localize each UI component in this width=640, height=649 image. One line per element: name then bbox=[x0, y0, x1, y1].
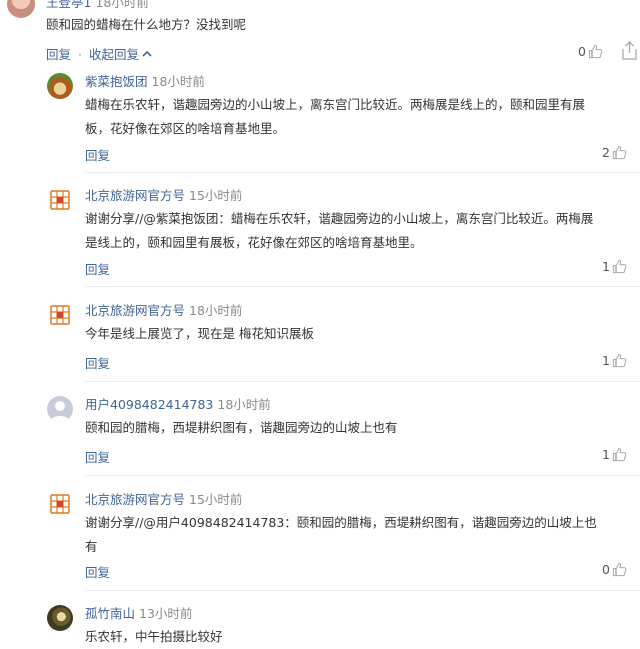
avatar-grid-logo-icon[interactable] bbox=[47, 302, 73, 328]
thumbs-up-icon bbox=[612, 353, 627, 371]
thumbs-up-icon bbox=[612, 145, 627, 163]
thumbs-up-icon bbox=[612, 259, 627, 277]
reply-time: 18小时前 bbox=[189, 303, 243, 318]
reply-time: 15小时前 bbox=[189, 188, 243, 203]
reply-time: 13小时前 bbox=[139, 606, 193, 621]
reply-author[interactable]: 紫菜抱饭团 bbox=[85, 74, 148, 89]
reply-time: 15小时前 bbox=[189, 492, 243, 507]
comment-actions: 回复 · 收起回复 bbox=[46, 44, 152, 63]
avatar-default-user-icon[interactable] bbox=[47, 396, 73, 422]
reply-button[interactable]: 回复 bbox=[85, 259, 110, 278]
reply-header: 北京旅游网官方号 15小时前 bbox=[85, 185, 242, 204]
reply-button[interactable]: 回复 bbox=[85, 447, 110, 466]
like-count: 1 bbox=[602, 259, 610, 274]
divider bbox=[85, 475, 640, 476]
like-button[interactable]: 0 bbox=[602, 562, 627, 580]
reply-author[interactable]: 北京旅游网官方号 bbox=[85, 188, 185, 203]
reply-content-line: 板，花好像在郊区的啥培育基地里。 bbox=[85, 121, 286, 136]
reply-content-line: 今年是线上展览了，现在是 梅花知识展板 bbox=[85, 326, 314, 341]
reply-author[interactable]: 用户4098482414783 bbox=[85, 397, 213, 412]
like-button[interactable]: 2 bbox=[602, 145, 627, 163]
divider bbox=[85, 381, 640, 382]
share-icon[interactable] bbox=[618, 40, 640, 62]
avatar-food-photo-icon[interactable] bbox=[47, 73, 73, 99]
reply-button[interactable]: 回复 bbox=[85, 353, 110, 372]
like-count: 1 bbox=[602, 447, 610, 462]
reply-content-line: 颐和园的腊梅，西堤耕织图有，谐趣园旁边的山坡上也有 bbox=[85, 420, 398, 435]
reply-content-line: 谢谢分享//@紫菜抱饭团：蜡梅在乐农轩，谐趣园旁边的小山坡上，离东宫门比较近。两… bbox=[85, 211, 594, 226]
separator: · bbox=[78, 47, 82, 62]
comment-header: 王登亭1 18小时前 bbox=[46, 0, 149, 11]
reply-author[interactable]: 北京旅游网官方号 bbox=[85, 492, 185, 507]
divider bbox=[85, 286, 640, 287]
reply-content-line: 谢谢分享//@用户4098482414783：颐和园的腊梅，西堤耕织图有，谐趣园… bbox=[85, 515, 597, 530]
collapse-label: 收起回复 bbox=[88, 47, 139, 62]
reply-header: 用户4098482414783 18小时前 bbox=[85, 394, 271, 413]
like-count: 0 bbox=[578, 44, 586, 59]
reply-time: 18小时前 bbox=[151, 74, 205, 89]
comment-content: 颐和园的蜡梅在什么地方？没找到呢 bbox=[46, 17, 247, 32]
collapse-replies-button[interactable]: 收起回复 bbox=[89, 47, 152, 62]
reply-content-line: 乐农轩，中午拍摄比较好 bbox=[85, 629, 223, 644]
divider bbox=[85, 172, 640, 173]
like-button[interactable]: 1 bbox=[602, 259, 627, 277]
like-count: 2 bbox=[602, 145, 610, 160]
thumbs-up-icon bbox=[612, 562, 627, 580]
thumbs-up-icon bbox=[612, 447, 627, 465]
reply-time: 18小时前 bbox=[217, 397, 271, 412]
reply-author[interactable]: 北京旅游网官方号 bbox=[85, 303, 185, 318]
avatar-grid-logo-icon[interactable] bbox=[47, 187, 73, 213]
divider bbox=[85, 590, 640, 591]
reply-header: 孤竹南山 13小时前 bbox=[85, 603, 192, 622]
reply-header: 紫菜抱饭团 18小时前 bbox=[85, 71, 205, 90]
avatar[interactable] bbox=[7, 0, 35, 18]
reply-content-line: 是线上的，颐和园里有展板，花好像在郊区的啥培育基地里。 bbox=[85, 235, 423, 250]
reply-button[interactable]: 回复 bbox=[85, 562, 110, 581]
like-button[interactable]: 1 bbox=[602, 447, 627, 465]
reply-content-line: 蜡梅在乐农轩，谐趣园旁边的小山坡上，离东宫门比较近。两梅展是线上的，颐和园里有展 bbox=[85, 97, 586, 112]
like-count: 1 bbox=[602, 353, 610, 368]
chevron-up-icon bbox=[139, 47, 152, 62]
reply-button[interactable]: 回复 bbox=[46, 47, 71, 62]
reply-header: 北京旅游网官方号 15小时前 bbox=[85, 489, 242, 508]
comment-time: 18小时前 bbox=[95, 0, 149, 10]
reply-button[interactable]: 回复 bbox=[85, 145, 110, 164]
thumbs-up-icon bbox=[588, 44, 603, 62]
reply-content-line: 有 bbox=[85, 539, 98, 554]
avatar-grid-logo-icon[interactable] bbox=[47, 491, 73, 517]
reply-author[interactable]: 孤竹南山 bbox=[85, 606, 135, 621]
like-button[interactable]: 1 bbox=[602, 353, 627, 371]
avatar-bird-photo-icon[interactable] bbox=[47, 605, 73, 631]
like-count: 0 bbox=[602, 562, 610, 577]
like-button[interactable]: 0 bbox=[578, 44, 603, 62]
reply-header: 北京旅游网官方号 18小时前 bbox=[85, 300, 242, 319]
comment-author[interactable]: 王登亭1 bbox=[46, 0, 91, 10]
